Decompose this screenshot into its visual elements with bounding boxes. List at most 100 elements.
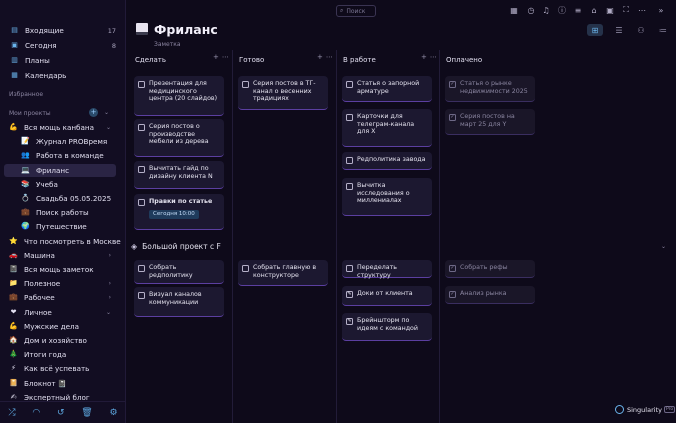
- signal-icon[interactable]: ◠: [32, 408, 40, 418]
- add-card-icon[interactable]: +: [317, 53, 326, 61]
- sort-icon[interactable]: ≔: [655, 24, 671, 36]
- sidebar-project-item[interactable]: ⚡ Как всё успевать: [0, 362, 125, 375]
- task-checkbox[interactable]: [346, 157, 353, 164]
- chevron-icon[interactable]: ›: [109, 252, 111, 259]
- more-icon[interactable]: ⋯: [637, 5, 647, 15]
- fullscreen-icon[interactable]: ⛶: [621, 5, 631, 15]
- sidebar-project-item[interactable]: 📝 Журнал PROВремя: [0, 135, 125, 148]
- sidebar-project-item[interactable]: 📓 Вся мощь заметок: [0, 263, 125, 276]
- add-project-icon[interactable]: +: [89, 108, 98, 117]
- filter-icon[interactable]: ≡: [573, 5, 583, 15]
- sidebar-project-item[interactable]: 🎄 Итоги года: [0, 348, 125, 361]
- sidebar-item-3[interactable]: ▦ Календарь: [0, 69, 125, 82]
- sidebar-project-item[interactable]: 📚 Учеба: [0, 178, 125, 191]
- sidebar-item-1[interactable]: ▣ Сегодня 8: [0, 39, 125, 52]
- task-card[interactable]: ✎ Доки от клиента: [342, 286, 432, 306]
- chevron-icon[interactable]: ⌄: [106, 309, 111, 316]
- favorites-section-label[interactable]: Избранное: [9, 91, 43, 98]
- task-checkbox[interactable]: [346, 114, 353, 121]
- sidebar-project-item[interactable]: ⭐ Что посмотреть в Москве: [0, 235, 125, 248]
- list-view-icon[interactable]: ☰: [611, 24, 627, 36]
- task-checkbox[interactable]: [138, 265, 145, 272]
- task-checkbox[interactable]: [242, 265, 249, 272]
- sidebar-project-item[interactable]: 💼 Рабочее ›: [0, 291, 125, 304]
- task-checkbox[interactable]: ✓: [449, 291, 456, 298]
- sidebar-item-0[interactable]: ▤ Входящие 17: [0, 24, 125, 37]
- task-card[interactable]: ✎ Брейншторм по идеям с командой: [342, 313, 432, 341]
- task-card[interactable]: Карточки для телеграм-канала для Х: [342, 109, 432, 147]
- timer-icon[interactable]: ◷: [526, 5, 536, 15]
- collapse-projects-icon[interactable]: ⌄: [104, 109, 109, 116]
- tag-icon[interactable]: ⌂: [589, 5, 599, 15]
- task-card[interactable]: Статья о запорной арматуре: [342, 76, 432, 102]
- due-date-badge[interactable]: Сегодня 10:00: [149, 209, 199, 219]
- task-checkbox[interactable]: ✓: [449, 265, 456, 272]
- task-card[interactable]: Серия постов о производстве мебели из де…: [134, 119, 224, 157]
- task-checkbox[interactable]: [242, 81, 249, 88]
- bell-icon[interactable]: ♫: [541, 5, 551, 15]
- sidebar-project-item[interactable]: 🚗 Машина ›: [0, 249, 125, 262]
- column-title[interactable]: В работе: [343, 53, 376, 67]
- task-checkbox[interactable]: [138, 166, 145, 173]
- task-checkbox[interactable]: [346, 81, 353, 88]
- sidebar-project-item[interactable]: 👥 Работа в команде: [0, 149, 125, 162]
- kanban-view-icon[interactable]: ⊞: [587, 24, 603, 36]
- calendar-icon[interactable]: ▦: [509, 5, 519, 15]
- shuffle-icon[interactable]: ⤮: [8, 408, 15, 418]
- settings-icon[interactable]: ⚙: [109, 408, 117, 418]
- add-card-icon[interactable]: +: [213, 53, 222, 61]
- column-actions[interactable]: +⋯: [317, 53, 336, 61]
- more-icon[interactable]: ⋯: [222, 53, 232, 61]
- search-input[interactable]: ⌕ Поиск: [336, 5, 376, 17]
- add-member-icon[interactable]: ⚇: [633, 24, 649, 36]
- projects-section-label[interactable]: Мои проекты: [9, 110, 51, 117]
- column-actions[interactable]: +⋯: [213, 53, 232, 61]
- history-icon[interactable]: ↺: [57, 408, 65, 418]
- task-checkbox[interactable]: [138, 199, 145, 206]
- note-icon[interactable]: ✎: [346, 318, 353, 325]
- page-subtitle[interactable]: Заметка: [154, 41, 181, 48]
- chevron-icon[interactable]: ›: [109, 280, 111, 287]
- more-icon[interactable]: ⋯: [326, 53, 336, 61]
- info-icon[interactable]: ⓘ: [557, 5, 567, 15]
- task-card[interactable]: Серия постов в ТГ-канал о весенних тради…: [238, 76, 328, 110]
- task-card[interactable]: ✓ Собрать рефы: [445, 260, 535, 278]
- sidebar-project-item[interactable]: 💪 Вся мощь канбана ⌄: [0, 121, 125, 134]
- task-card[interactable]: Презентация для медицинского центра (20 …: [134, 76, 224, 116]
- task-checkbox[interactable]: ✓: [449, 114, 456, 121]
- sidebar-project-item[interactable]: 💻 Фриланс: [4, 163, 116, 177]
- column-title[interactable]: Оплачено: [446, 53, 482, 67]
- task-card[interactable]: ✓ Анализ рынка: [445, 286, 535, 304]
- task-card[interactable]: Редполитика завода: [342, 152, 432, 170]
- sidebar-item-2[interactable]: ▥ Планы: [0, 54, 125, 67]
- page-title[interactable]: Фриланс: [154, 22, 218, 37]
- task-card[interactable]: Собрать редполитику: [134, 260, 224, 284]
- chevron-icon[interactable]: ›: [109, 294, 111, 301]
- task-card[interactable]: Правки по статье Сегодня 10:00: [134, 194, 224, 230]
- column-title[interactable]: Готово: [239, 53, 264, 67]
- trash-icon[interactable]: 🗑: [81, 408, 92, 418]
- chevron-down-icon[interactable]: ⌄: [661, 243, 666, 250]
- add-card-icon[interactable]: +: [421, 53, 430, 61]
- sidebar-project-item[interactable]: 📔 Блокнот 📓: [0, 377, 125, 390]
- task-checkbox[interactable]: [346, 265, 353, 272]
- sidebar-project-item[interactable]: 💍 Свадьба 05.05.2025: [0, 192, 125, 205]
- sidebar-project-item[interactable]: 📁 Полезное ›: [0, 277, 125, 290]
- chevron-icon[interactable]: ⌄: [106, 124, 111, 131]
- task-checkbox[interactable]: [138, 81, 145, 88]
- column-title[interactable]: Сделать: [135, 53, 166, 67]
- expand-icon[interactable]: »: [656, 5, 666, 15]
- group-header[interactable]: ◈ Большой проект с F ⌄: [128, 238, 668, 254]
- sidebar-project-item[interactable]: 💼 Поиск работы: [0, 206, 125, 219]
- task-card[interactable]: Переделать структуру: [342, 260, 432, 279]
- note-icon[interactable]: ✎: [346, 291, 353, 298]
- task-checkbox[interactable]: [138, 292, 145, 299]
- column-actions[interactable]: +⋯: [421, 53, 440, 61]
- sidebar-project-item[interactable]: 💪 Мужские дела: [0, 320, 125, 333]
- task-card[interactable]: ✓ Статья о рынке недвижимости 2025: [445, 76, 535, 102]
- task-checkbox[interactable]: ✓: [449, 81, 456, 88]
- sidebar-project-item[interactable]: 🌍 Путешествие: [0, 220, 125, 233]
- sidebar-project-item[interactable]: ❤ Личное ⌄: [0, 306, 125, 319]
- lock-icon[interactable]: ▣: [605, 5, 615, 15]
- task-card[interactable]: Вычитать гайд по дизайну клиента N: [134, 161, 224, 189]
